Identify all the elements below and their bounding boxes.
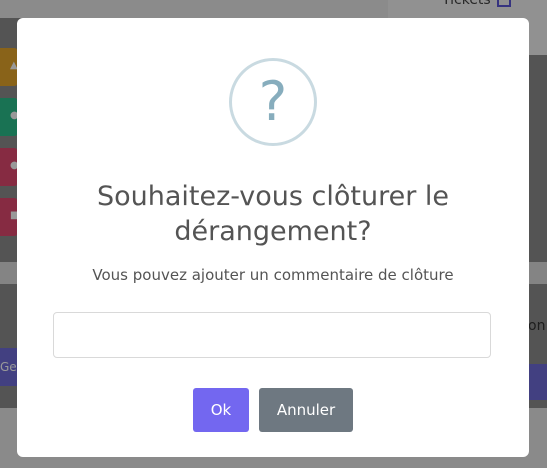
dialog-subtitle: Vous pouvez ajouter un commentaire de cl… xyxy=(92,266,454,284)
question-mark-icon: ? xyxy=(229,58,317,146)
closing-comment-input[interactable] xyxy=(53,312,491,358)
cancel-button[interactable]: Annuler xyxy=(259,388,353,432)
dialog-title: Souhaitez-vous clôturer le dérangement? xyxy=(96,181,450,247)
ok-button[interactable]: Ok xyxy=(193,388,249,432)
confirm-dialog: ? Souhaitez-vous clôturer le dérangement… xyxy=(17,18,529,457)
